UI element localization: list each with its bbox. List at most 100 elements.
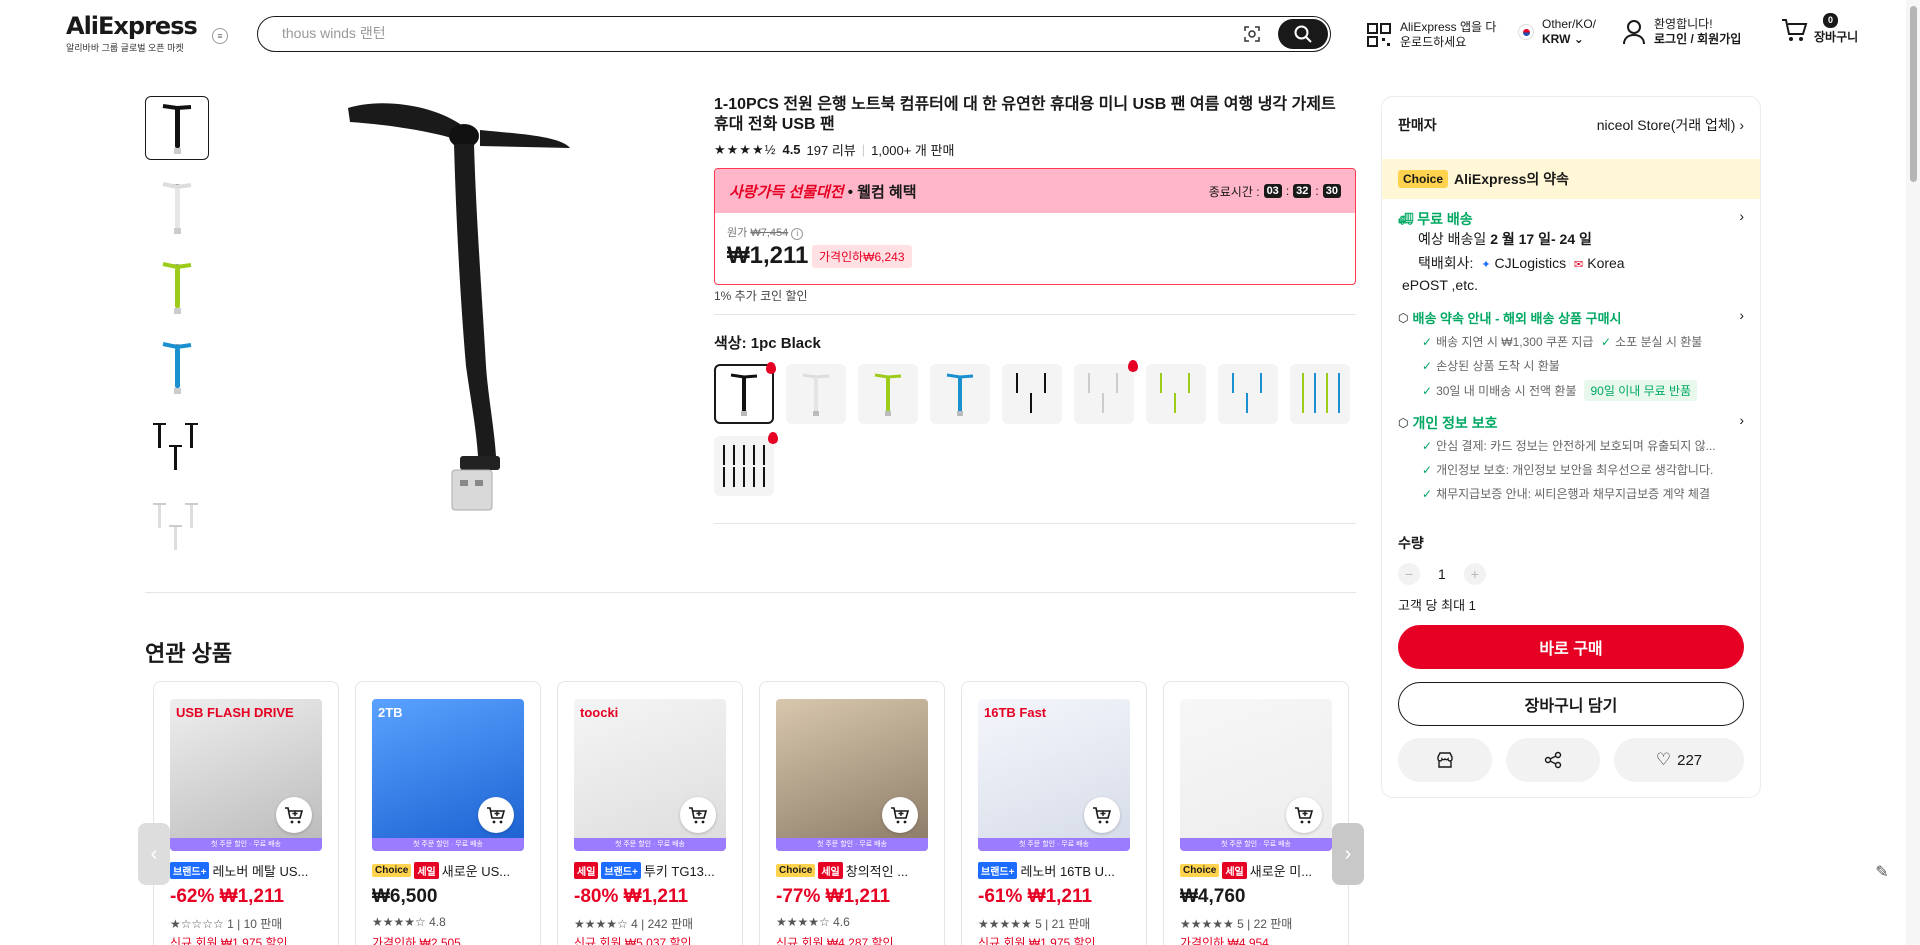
scrollbar-thumb[interactable] bbox=[1910, 6, 1917, 182]
chevron-right-icon[interactable]: › bbox=[1739, 412, 1744, 428]
related-product-image[interactable]: 2TB 첫 주문 할인 · 무료 배송 bbox=[372, 699, 524, 851]
swatch-green-3pc[interactable] bbox=[1146, 364, 1206, 424]
thumbnail-6[interactable] bbox=[145, 496, 209, 560]
related-product-card[interactable]: 첫 주문 할인 · 무료 배송 Choice 세일 창의적인 ... -77% ₩1,2… bbox=[759, 681, 945, 945]
divider bbox=[145, 592, 1356, 593]
download-app-link[interactable]: AliExpress 앱을 다 운로드하세요 bbox=[1366, 20, 1496, 50]
related-product-image[interactable]: toocki 첫 주문 할인 · 무료 배송 bbox=[574, 699, 726, 851]
quick-add-cart-button[interactable] bbox=[276, 797, 312, 833]
thumbnail-4[interactable] bbox=[145, 336, 209, 400]
quick-add-cart-button[interactable] bbox=[1084, 797, 1120, 833]
discount-badge: 가격인하₩6,243 bbox=[812, 245, 912, 268]
region-line-1: Other/KO/ bbox=[1542, 17, 1597, 31]
search-input[interactable] bbox=[282, 25, 1182, 41]
review-count[interactable]: 197 리뷰 bbox=[807, 140, 856, 159]
swatch-blue-3pc[interactable] bbox=[1218, 364, 1278, 424]
related-product-card[interactable]: 첫 주문 할인 · 무료 배송 Choice 세일 새로운 미... ₩4,760 ★★★… bbox=[1163, 681, 1349, 945]
image-search-icon[interactable] bbox=[1242, 24, 1262, 44]
account-menu[interactable]: 환영합니다! 로그인 / 회원가입 bbox=[1622, 17, 1741, 47]
promise-title: AliExpress의 약속 bbox=[1454, 171, 1569, 187]
main-product-image[interactable] bbox=[320, 96, 690, 556]
swatch-black[interactable] bbox=[714, 362, 776, 424]
thumbnail-5[interactable] bbox=[145, 416, 209, 480]
timer-label: 종료시간 : bbox=[1208, 184, 1260, 199]
related-product-name[interactable]: 브랜드+ 레노버 16TB U... bbox=[978, 861, 1138, 880]
quick-add-cart-button[interactable] bbox=[680, 797, 716, 833]
sale-price: ₩1,211 bbox=[727, 242, 809, 269]
carousel-next-button[interactable]: › bbox=[1332, 823, 1364, 885]
swatch-green-fan bbox=[874, 373, 902, 416]
swatch-blue[interactable] bbox=[930, 364, 990, 424]
swatch-black-10pc[interactable] bbox=[714, 432, 778, 496]
related-product-card[interactable]: 16TB Fast 첫 주문 할인 · 무료 배송브랜드+ 레노버 16TB U..… bbox=[961, 681, 1147, 945]
promo-image-band: 첫 주문 할인 · 무료 배송 bbox=[574, 838, 726, 851]
fan-thumbnail-black-set bbox=[153, 423, 198, 470]
related-product-card[interactable]: USB FLASH DRIVE 첫 주문 할인 · 무료 배송브랜드+ 레노버 메탈… bbox=[153, 681, 339, 945]
swatch-green[interactable] bbox=[858, 364, 918, 424]
thumbnail-1[interactable] bbox=[145, 96, 209, 160]
quick-add-cart-button[interactable] bbox=[478, 797, 514, 833]
related-product-name[interactable]: 브랜드+ 레노버 메탈 US... bbox=[170, 861, 330, 880]
chevron-right-icon[interactable]: › bbox=[1739, 208, 1744, 224]
choice-badge: Choice bbox=[372, 864, 412, 877]
related-product-title: 새로운 US... bbox=[441, 864, 511, 879]
free-shipping-title[interactable]: 🚚︎ 무료 배송 bbox=[1398, 209, 1473, 229]
swatch-mixed-set[interactable] bbox=[1290, 364, 1350, 424]
privacy-title[interactable]: ⬡ 개인 정보 보호 bbox=[1398, 413, 1498, 433]
category-menu-icon[interactable]: ≡ bbox=[212, 28, 228, 44]
related-product-image[interactable]: 16TB Fast 첫 주문 할인 · 무료 배송 bbox=[978, 699, 1130, 851]
privacy-item: ✓ 개인정보 보호: 개인정보 보안을 최우선으로 생각합니다. bbox=[1422, 462, 1714, 478]
wishlist-count: 227 bbox=[1677, 751, 1703, 769]
related-product-name[interactable]: Choice 세일 새로운 US... bbox=[372, 861, 532, 880]
truck-icon: 🚚︎ bbox=[1398, 212, 1414, 226]
quick-add-cart-button[interactable] bbox=[882, 797, 918, 833]
promo-image-band: 첫 주문 할인 · 무료 배송 bbox=[1180, 838, 1332, 851]
shield-check-icon: ⬡ bbox=[1398, 310, 1409, 325]
swatch-white[interactable] bbox=[786, 364, 846, 424]
increase-quantity-button[interactable]: + bbox=[1463, 563, 1486, 585]
wishlist-button[interactable]: ♡ 227 bbox=[1614, 738, 1744, 782]
store-name[interactable]: niceol Store(거래 업체) › bbox=[1597, 115, 1744, 135]
related-product-rating: ★★★★★ 5 | 21 판매 bbox=[978, 917, 1091, 931]
chevron-right-icon[interactable]: › bbox=[1739, 307, 1744, 323]
related-product-rating: ★☆☆☆☆ 1 | 10 판매 bbox=[170, 917, 283, 931]
chevron-right-icon: › bbox=[1344, 842, 1352, 865]
related-product-name[interactable]: Choice 세일 창의적인 ... bbox=[776, 861, 936, 880]
quantity-value[interactable]: 1 bbox=[1438, 566, 1446, 582]
region-selector[interactable]: Other/KO/KRW ⌄ bbox=[1518, 17, 1596, 47]
cart-link[interactable]: 0 장바구니 bbox=[1780, 13, 1858, 45]
related-product-image[interactable]: 첫 주문 할인 · 무료 배송 bbox=[1180, 699, 1332, 851]
search-button[interactable] bbox=[1278, 19, 1328, 49]
related-product-image[interactable]: 첫 주문 할인 · 무료 배송 bbox=[776, 699, 928, 851]
info-icon[interactable]: i bbox=[791, 228, 804, 240]
aliexpress-logo[interactable]: AliExpress bbox=[66, 12, 198, 40]
buy-now-button[interactable]: 바로 구매 bbox=[1398, 625, 1744, 669]
swatch-black-3pc[interactable] bbox=[1002, 364, 1062, 424]
related-product-name[interactable]: Choice 세일 새로운 미... bbox=[1180, 861, 1340, 880]
delivery-guarantee-title[interactable]: ⬡ 배송 약속 안내 - 해외 배송 상품 구매시 bbox=[1398, 308, 1622, 327]
related-product-image[interactable]: USB FLASH DRIVE 첫 주문 할인 · 무료 배송 bbox=[170, 699, 322, 851]
brand-badge: 브랜드+ bbox=[170, 862, 210, 879]
add-to-cart-button[interactable]: 장바구니 담기 bbox=[1398, 682, 1744, 726]
related-product-card[interactable]: toocki 첫 주문 할인 · 무료 배송 세일 브랜드+ 투키 TG13... -80… bbox=[557, 681, 743, 945]
carousel-prev-button[interactable]: ‹ bbox=[138, 823, 170, 885]
heart-icon: ♡ bbox=[1655, 750, 1672, 769]
related-product-card[interactable]: 2TB 첫 주문 할인 · 무료 배송 Choice 세일 새로운 US... ₩6,50… bbox=[355, 681, 541, 945]
thumbnail-3[interactable] bbox=[145, 256, 209, 320]
share-button[interactable] bbox=[1506, 738, 1600, 782]
choice-badge: Choice bbox=[1398, 170, 1449, 188]
feedback-edit-icon[interactable]: ✎ bbox=[1868, 858, 1896, 886]
rating-value: 4.5 bbox=[782, 142, 801, 157]
thumbnail-2[interactable] bbox=[145, 176, 209, 240]
related-product-title: 투키 TG13... bbox=[643, 864, 715, 879]
add-cart-icon bbox=[891, 807, 910, 824]
decrease-quantity-button[interactable]: − bbox=[1398, 563, 1420, 585]
login-signup-link[interactable]: 로그인 / 회원가입 bbox=[1654, 32, 1741, 47]
seller-row[interactable]: 판매자 niceol Store(거래 업체) › bbox=[1398, 115, 1744, 135]
divider bbox=[714, 523, 1356, 524]
swatch-white-3pc[interactable] bbox=[1074, 360, 1138, 424]
quick-add-cart-button[interactable] bbox=[1286, 797, 1322, 833]
related-product-name[interactable]: 세일 브랜드+ 투키 TG13... bbox=[574, 861, 734, 880]
rating-row: ★★★★½ 4.5 197 리뷰 | 1,000+ 개 판매 bbox=[714, 140, 955, 159]
store-button[interactable] bbox=[1398, 738, 1492, 782]
